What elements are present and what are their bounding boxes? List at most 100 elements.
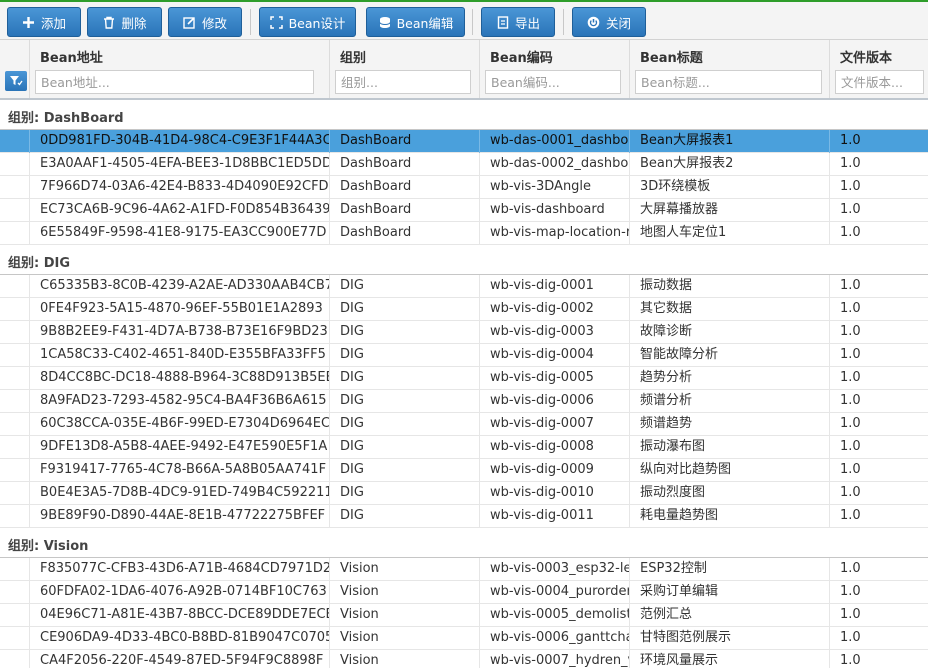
cell-bean-title: 智能故障分析 <box>629 344 829 367</box>
cell-group: Vision <box>329 650 479 668</box>
bean-address-filter-input[interactable] <box>35 70 314 94</box>
power-icon <box>587 15 601 29</box>
edit-icon <box>183 15 197 29</box>
cell-file-version: 1.0 <box>829 482 928 505</box>
cell-bean-code: wb-vis-0006_ganttchart <box>479 627 629 650</box>
cell-file-version: 1.0 <box>829 367 928 390</box>
cell-group: DashBoard <box>329 176 479 199</box>
table-row[interactable]: F835077C-CFB3-43D6-A71B-4684CD7971D2 Visi… <box>0 558 928 581</box>
cell-bean-code: wb-vis-dig-0007 <box>479 413 629 436</box>
delete-button[interactable]: 删除 <box>87 7 162 37</box>
group-filter-input[interactable] <box>335 70 471 94</box>
cell-file-version: 1.0 <box>829 459 928 482</box>
cell-file-version: 1.0 <box>829 153 928 176</box>
add-button[interactable]: 添加 <box>7 7 81 37</box>
table-row[interactable]: E3A0AAF1-4505-4EFA-BEE3-1D8BBC1ED5DD Dash… <box>0 153 928 176</box>
table-row[interactable]: 8A9FAD23-7293-4582-95C4-BA4F36B6A615 DIG w… <box>0 390 928 413</box>
group-header[interactable]: 组别: Vision <box>0 528 928 558</box>
cell-bean-address: CE906DA9-4D33-4BC0-B8BD-81B9047C0705 <box>29 627 329 650</box>
bean-title-filter-input[interactable] <box>635 70 822 94</box>
cell-group: DIG <box>329 459 479 482</box>
table-row[interactable]: 0DD981FD-304B-41D4-98C4-C9E3F1F44A3C Dash… <box>0 130 928 153</box>
cell-file-version: 1.0 <box>829 604 928 627</box>
table-row[interactable]: 9BE89F90-D890-44AE-8E1B-47722275BFEF DIG w… <box>0 505 928 528</box>
toolbar: 添加 删除 修改 Bean设计 Bean编辑 导出 关闭 <box>0 2 928 40</box>
export-button-label: 导出 <box>514 15 540 31</box>
bean-edit-button[interactable]: Bean编辑 <box>366 7 465 37</box>
cell-file-version: 1.0 <box>829 298 928 321</box>
table-row[interactable]: 60FDFA02-1DA6-4076-A92B-0714BF10C763 Visi… <box>0 581 928 604</box>
cell-bean-title: 趋势分析 <box>629 367 829 390</box>
cell-bean-address: 7F966D74-03A6-42E4-B833-4D4090E92CFD <box>29 176 329 199</box>
table-row[interactable]: C65335B3-8C0B-4239-A2AE-AD330AAB4CB7 DIG w… <box>0 275 928 298</box>
cell-file-version: 1.0 <box>829 390 928 413</box>
cell-file-version: 1.0 <box>829 321 928 344</box>
table-row[interactable]: 0FE4F923-5A15-4870-96EF-55B01E1A2893 DIG w… <box>0 298 928 321</box>
edit-button-label: 修改 <box>201 15 227 31</box>
table-row[interactable]: CA4F2056-220F-4549-87ED-5F94F9C8898F Visi… <box>0 650 928 668</box>
cell-bean-title: 频谱分析 <box>629 390 829 413</box>
table-row[interactable]: 04E96C71-A81E-43B7-8BCC-DCE89DDE7ECE Visi… <box>0 604 928 627</box>
cell-group: DashBoard <box>329 199 479 222</box>
group-header-label: 组别: DashBoard <box>8 111 124 126</box>
bean-design-button[interactable]: Bean设计 <box>259 7 356 37</box>
cell-bean-address: 1CA58C33-C402-4651-840D-E355BFA33FF5 <box>29 344 329 367</box>
table-row[interactable]: 1CA58C33-C402-4651-840D-E355BFA33FF5 DIG w… <box>0 344 928 367</box>
cell-bean-title: 采购订单编辑 <box>629 581 829 604</box>
cell-bean-code: wb-vis-dig-0001 <box>479 275 629 298</box>
cell-bean-title: 大屏幕播放器 <box>629 199 829 222</box>
cell-group: DIG <box>329 390 479 413</box>
table-row[interactable]: 60C38CCA-035E-4B6F-99ED-E7304D6964EC DIG w… <box>0 413 928 436</box>
cell-file-version: 1.0 <box>829 581 928 604</box>
group-header[interactable]: 组别: DIG <box>0 245 928 275</box>
column-header-bean-code[interactable]: Bean编码 <box>479 40 629 98</box>
grid-body: 组别: DashBoard 0DD981FD-304B-41D4-98C4-C9E… <box>0 100 928 668</box>
group-header-label: 组别: DIG <box>8 256 71 271</box>
cell-bean-address: 0DD981FD-304B-41D4-98C4-C9E3F1F44A3C <box>29 130 329 153</box>
export-icon <box>496 15 510 29</box>
column-header-bean-address[interactable]: Bean地址 <box>29 40 329 98</box>
cell-bean-title: 频谱趋势 <box>629 413 829 436</box>
cell-bean-code: wb-vis-0007_hydren_vie <box>479 650 629 668</box>
file-version-filter-input[interactable] <box>835 70 924 94</box>
edit-button[interactable]: 修改 <box>168 7 242 37</box>
cell-bean-code: wb-vis-0003_esp32-led- <box>479 558 629 581</box>
cell-group: Vision <box>329 581 479 604</box>
column-header-bean-title[interactable]: Bean标题 <box>629 40 829 98</box>
column-header-file-version[interactable]: 文件版本 <box>829 40 928 98</box>
cell-bean-code: wb-vis-dig-0009 <box>479 459 629 482</box>
table-row[interactable]: CE906DA9-4D33-4BC0-B8BD-81B9047C0705 Visi… <box>0 627 928 650</box>
cell-bean-title: 范例汇总 <box>629 604 829 627</box>
cell-bean-address: 04E96C71-A81E-43B7-8BCC-DCE89DDE7ECE <box>29 604 329 627</box>
cell-bean-address: F835077C-CFB3-43D6-A71B-4684CD7971D2 <box>29 558 329 581</box>
table-row[interactable]: 9DFE13D8-A5B8-4AEE-9492-E47E590E5F1A DIG w… <box>0 436 928 459</box>
cell-file-version: 1.0 <box>829 222 928 245</box>
table-row[interactable]: F9319417-7765-4C78-B66A-5A8B05AA741F DIG w… <box>0 459 928 482</box>
column-title-bean-code: Bean编码 <box>490 51 553 66</box>
column-title-file-version: 文件版本 <box>840 51 893 66</box>
table-row[interactable]: EC73CA6B-9C96-4A62-A1FD-F0D854B36439 Dash… <box>0 199 928 222</box>
cell-bean-title: 故障诊断 <box>629 321 829 344</box>
toolbar-separator <box>250 9 251 35</box>
close-button[interactable]: 关闭 <box>572 7 646 37</box>
table-row[interactable]: 9B8B2EE9-F431-4D7A-B738-B73E16F9BD23 DIG w… <box>0 321 928 344</box>
table-row[interactable]: 7F966D74-03A6-42E4-B833-4D4090E92CFD Dash… <box>0 176 928 199</box>
table-row[interactable]: 8D4CC8BC-DC18-4888-B964-3C88D913B5EB DIG w… <box>0 367 928 390</box>
cell-group: DashBoard <box>329 153 479 176</box>
table-row[interactable]: B0E4E3A5-7D8B-4DC9-91ED-749B4C592211 DIG w… <box>0 482 928 505</box>
table-row[interactable]: 6E55849F-9598-41E8-9175-EA3CC900E77D Dash… <box>0 222 928 245</box>
cell-group: DIG <box>329 436 479 459</box>
filter-icon[interactable] <box>5 71 27 91</box>
cell-file-version: 1.0 <box>829 130 928 153</box>
cell-bean-code: wb-vis-dig-0005 <box>479 367 629 390</box>
bean-code-filter-input[interactable] <box>485 70 621 94</box>
cell-group: DIG <box>329 275 479 298</box>
cell-bean-address: 9DFE13D8-A5B8-4AEE-9492-E47E590E5F1A <box>29 436 329 459</box>
column-header-group[interactable]: 组别 <box>329 40 479 98</box>
export-button[interactable]: 导出 <box>481 7 555 37</box>
bean-edit-button-label: Bean编辑 <box>396 15 454 31</box>
cell-file-version: 1.0 <box>829 650 928 668</box>
cell-group: DIG <box>329 344 479 367</box>
group-header[interactable]: 组别: DashBoard <box>0 100 928 130</box>
cell-bean-code: wb-vis-dashboard <box>479 199 629 222</box>
